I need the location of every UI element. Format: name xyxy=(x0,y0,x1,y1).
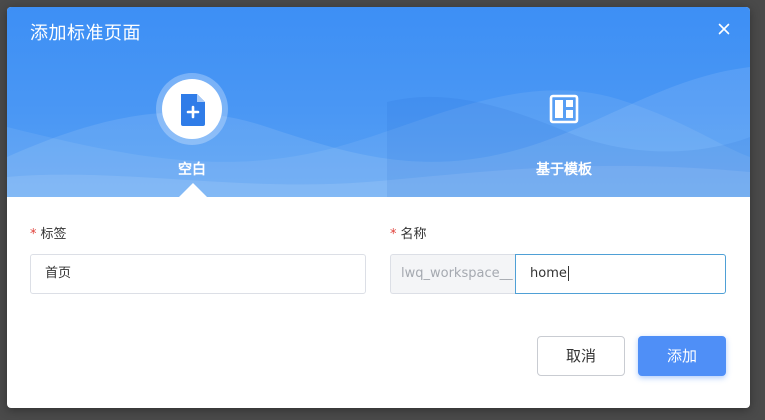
add-standard-page-dialog: 添加标准页面 空白 基于模板 * 标签 首页 * 名称 lwq_workspac… xyxy=(7,7,750,408)
selected-tab-indicator xyxy=(179,183,207,197)
template-layout-icon xyxy=(549,94,579,124)
required-mark: * xyxy=(390,227,397,242)
text-cursor xyxy=(567,266,569,281)
page-form: * 标签 首页 * 名称 lwq_workspace__ home 取消 添加 xyxy=(7,197,750,408)
tab-blank-badge xyxy=(156,73,228,145)
tab-template-label: 基于模板 xyxy=(536,162,592,178)
name-field-label: * 名称 xyxy=(390,227,427,242)
dialog-title: 添加标准页面 xyxy=(30,23,141,44)
blank-page-add-icon xyxy=(181,94,205,126)
required-mark: * xyxy=(30,227,37,242)
close-icon[interactable] xyxy=(716,21,732,37)
tab-blank-label: 空白 xyxy=(178,162,206,178)
tab-template[interactable]: 基于模板 xyxy=(504,73,624,179)
add-button[interactable]: 添加 xyxy=(638,336,726,376)
tag-input[interactable]: 首页 xyxy=(30,254,366,294)
name-input[interactable]: home xyxy=(515,254,726,294)
tag-field-label: * 标签 xyxy=(30,227,67,242)
name-prefix: lwq_workspace__ xyxy=(390,254,516,294)
tab-blank[interactable]: 空白 xyxy=(132,73,252,179)
dialog-header: 添加标准页面 空白 基于模板 xyxy=(7,7,750,197)
cancel-button[interactable]: 取消 xyxy=(537,336,625,376)
